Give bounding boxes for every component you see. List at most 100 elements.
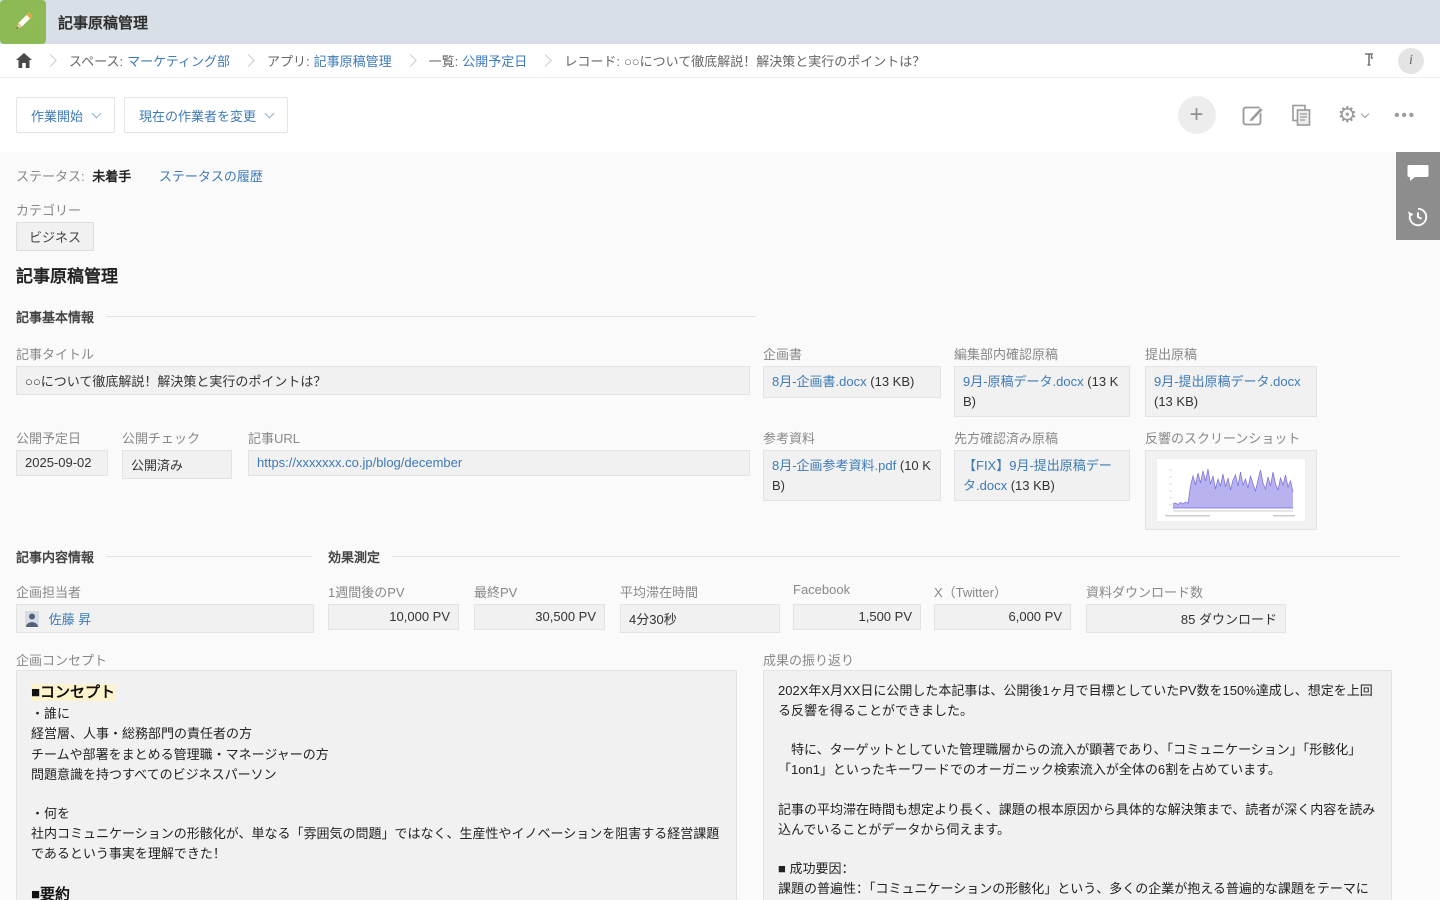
pencil-icon — [10, 9, 36, 35]
section-metrics-label: 効果測定 — [328, 547, 380, 566]
review-textarea[interactable]: 202X年X月XX日に公開した本記事は、公開後1ヶ月で目標としていたPV数を15… — [763, 670, 1392, 900]
review-paragraph: 課題の普遍性：「コミュニケーションの形骸化」という、多くの企業が抱える普遍的な課… — [778, 879, 1377, 900]
fixed-doc-size: (13 KB) — [1011, 478, 1055, 493]
publish-date-label: 公開予定日 — [16, 428, 81, 447]
user-avatar-icon — [25, 611, 39, 627]
downloads-field[interactable]: 85 ダウンロード — [1086, 604, 1286, 633]
review-success-heading: ■ 成功要因： — [778, 859, 1377, 879]
status-history-link[interactable]: ステータスの履歴 — [159, 169, 263, 184]
record-heading: 記事原稿管理 — [16, 262, 118, 287]
pv-week-field[interactable]: 10,000 PV — [328, 604, 459, 630]
home-icon[interactable] — [16, 53, 32, 68]
status-label: ステータス: — [16, 169, 85, 184]
change-assignee-label: 現在の作業者を変更 — [139, 106, 256, 125]
plus-icon: + — [1189, 101, 1203, 129]
breadcrumb-separator — [44, 54, 57, 67]
record-toolbar: 作業開始 現在の作業者を変更 + ⚙ ••• — [0, 78, 1440, 152]
owner-user-link[interactable]: 佐藤 昇 — [49, 612, 92, 627]
fixed-doc-label: 先方確認済み原稿 — [954, 428, 1058, 447]
change-history-icon[interactable] — [1407, 206, 1429, 228]
start-work-button[interactable]: 作業開始 — [16, 97, 115, 133]
avg-time-field[interactable]: 4分30秒 — [620, 604, 780, 633]
edit-record-button[interactable] — [1242, 104, 1265, 127]
app-header-band: 記事原稿管理 — [0, 0, 1440, 44]
concept-line: 社内コミュニケーションの形骸化が、単なる「雰囲気の問題」ではなく、生産性やイノベ… — [31, 824, 722, 864]
internal-doc-label: 編集部内確認原稿 — [954, 344, 1058, 363]
facebook-label: Facebook — [793, 582, 850, 597]
review-paragraph: 記事の平均滞在時間も想定より長く、課題の根本原因から具体的な解決策まで、読者が深… — [778, 800, 1377, 840]
breadcrumb: スペース: マーケティング部 アプリ: 記事原稿管理 一覧: 公開予定日 レコー… — [0, 44, 1440, 78]
facebook-field[interactable]: 1,500 PV — [793, 604, 921, 630]
plan-doc-file: 8月-企画書.docx (13 KB) — [763, 366, 941, 398]
concept-line: チームや部署をまとめる管理職・マネージャーの方 — [31, 745, 722, 765]
chevron-down-icon — [92, 109, 102, 119]
breadcrumb-view-link[interactable]: 公開予定日 — [462, 51, 527, 70]
concept-line: 経営層、人事・総務部門の責任者の方 — [31, 724, 722, 744]
submitted-doc-link[interactable]: 9月-提出原稿データ.docx — [1154, 374, 1301, 389]
section-divider — [392, 556, 1400, 557]
article-title-field[interactable]: ○○について徹底解説！解決策と実行のポイントは？ — [16, 366, 750, 395]
publish-check-field[interactable]: 公開済み — [122, 450, 232, 479]
breadcrumb-space-prefix: スペース: — [69, 51, 123, 70]
copy-icon — [1291, 104, 1312, 127]
submitted-doc-size: (13 KB) — [1154, 394, 1198, 409]
plan-doc-size: (13 KB) — [870, 374, 914, 389]
article-url-link[interactable]: https://xxxxxxx.co.jp/blog/december — [257, 455, 462, 470]
pv-final-field[interactable]: 30,500 PV — [474, 604, 605, 630]
breadcrumb-separator — [539, 54, 552, 67]
concept-textarea[interactable]: ■コンセプト ・誰に 経営層、人事・総務部門の責任者の方 チームや部署をまとめる… — [16, 670, 737, 900]
section-divider — [106, 316, 756, 317]
concept-label: 企画コンセプト — [16, 650, 107, 669]
gear-icon: ⚙ — [1338, 104, 1358, 126]
info-icon[interactable]: i — [1398, 48, 1424, 74]
pin-icon[interactable] — [1362, 53, 1376, 69]
plan-doc-label: 企画書 — [763, 344, 802, 363]
reference-doc-label: 参考資料 — [763, 428, 815, 447]
owner-field: 佐藤 昇 — [16, 604, 314, 633]
reference-doc-file: 8月-企画参考資料.pdf (10 KB) — [763, 450, 941, 501]
breadcrumb-app-prefix: アプリ: — [267, 51, 310, 70]
plan-doc-link[interactable]: 8月-企画書.docx — [772, 374, 867, 389]
breadcrumb-space-link[interactable]: マーケティング部 — [127, 51, 230, 70]
twitter-field[interactable]: 6,000 PV — [934, 604, 1071, 630]
pv-week-label: 1週間後のPV — [328, 582, 405, 601]
section-divider — [106, 556, 312, 557]
app-title: 記事原稿管理 — [58, 12, 148, 33]
change-assignee-button[interactable]: 現在の作業者を変更 — [124, 97, 288, 133]
category-label: カテゴリー — [16, 200, 81, 219]
article-url-field[interactable]: https://xxxxxxx.co.jp/blog/december — [248, 450, 750, 476]
pv-final-label: 最終PV — [474, 582, 517, 601]
start-work-label: 作業開始 — [31, 106, 83, 125]
breadcrumb-separator — [242, 54, 255, 67]
breadcrumb-separator — [404, 54, 417, 67]
section-content-info: 記事内容情報 — [16, 547, 312, 566]
internal-doc-file: 9月-原稿データ.docx (13 KB) — [954, 366, 1130, 417]
more-options-button[interactable]: ••• — [1394, 107, 1416, 124]
settings-button[interactable]: ⚙ — [1338, 104, 1369, 126]
section-content-label: 記事内容情報 — [16, 547, 94, 566]
reference-doc-link[interactable]: 8月-企画参考資料.pdf — [772, 458, 896, 473]
section-basic-info: 記事基本情報 — [16, 307, 756, 326]
edit-icon — [1242, 104, 1265, 127]
add-record-button[interactable]: + — [1178, 96, 1216, 134]
article-url-label: 記事URL — [248, 428, 300, 447]
internal-doc-link[interactable]: 9月-原稿データ.docx — [963, 374, 1084, 389]
copy-record-button[interactable] — [1291, 104, 1312, 127]
publish-check-label: 公開チェック — [122, 428, 200, 447]
fixed-doc-file: 【FIX】9月-提出原稿データ.docx (13 KB) — [954, 450, 1130, 501]
review-label: 成果の振り返り — [763, 650, 854, 669]
screenshot-attachment[interactable] — [1145, 450, 1317, 530]
record-detail: ステータス: 未着手 ステータスの履歴 カテゴリー ビジネス 記事原稿管理 記事… — [0, 152, 1440, 900]
concept-line: ・誰に — [31, 704, 722, 724]
section-metrics: 効果測定 — [328, 547, 1400, 566]
comments-icon[interactable] — [1407, 164, 1429, 182]
status-value: 未着手 — [92, 169, 131, 184]
breadcrumb-view-prefix: 一覧: — [429, 51, 459, 70]
chevron-down-icon — [1361, 110, 1369, 118]
publish-date-field[interactable]: 2025-09-02 — [16, 450, 108, 476]
article-title-label: 記事タイトル — [16, 344, 94, 363]
app-icon[interactable] — [0, 0, 46, 44]
review-paragraph: 202X年X月XX日に公開した本記事は、公開後1ヶ月で目標としていたPV数を15… — [778, 681, 1377, 721]
concept-summary-heading: ■要約 — [31, 883, 722, 900]
breadcrumb-app-link[interactable]: 記事原稿管理 — [314, 51, 392, 70]
